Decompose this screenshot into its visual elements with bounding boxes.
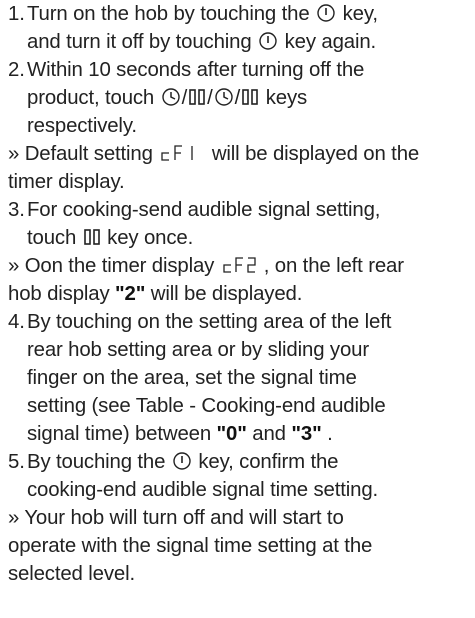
note-1: » Default setting will be displayed on t… xyxy=(8,140,469,196)
separator: / xyxy=(181,87,188,109)
step-text: touch xyxy=(27,227,77,249)
step-text: rear hob setting area or by sliding your xyxy=(27,339,369,361)
cF2-display-icon xyxy=(223,257,256,273)
note-text: » Default setting xyxy=(8,143,153,165)
step-text: key, confirm the xyxy=(198,451,339,473)
step-text: key, xyxy=(342,3,378,25)
step-text: By touching on the setting area of the l… xyxy=(27,311,392,333)
step-number: 2. xyxy=(8,59,25,81)
timer-key-icon xyxy=(214,88,233,106)
power-key-icon xyxy=(173,452,191,470)
step-text: key once. xyxy=(107,227,194,249)
step-1: 1. Turn on the hob by touching the key, … xyxy=(8,0,469,56)
step-text: cooking-end audible signal time setting. xyxy=(27,479,379,501)
pause-key-icon xyxy=(242,89,258,105)
note-2: » Oon the timer display , on the left re… xyxy=(8,252,469,308)
note-3: » Your hob will turn off and will start … xyxy=(8,504,469,588)
step-text: respectively. xyxy=(27,115,137,137)
step-text: product, touch xyxy=(27,87,155,109)
step-text: . xyxy=(327,423,333,445)
pause-key-icon xyxy=(83,229,100,245)
note-text: will be displayed on the xyxy=(211,143,420,165)
step-3: 3. For cooking-send audible signal setti… xyxy=(8,196,469,252)
step-text: key again. xyxy=(284,31,377,53)
note-text: hob display xyxy=(8,283,110,305)
step-text: and turn it off by touching xyxy=(27,31,252,53)
step-text: finger on the area, set the signal time xyxy=(27,367,357,389)
note-text: , on the left rear xyxy=(263,255,404,277)
step-number: 4. xyxy=(8,311,25,333)
step-text: setting (see Table - Cooking-end audible xyxy=(27,395,386,417)
cF1-display-icon xyxy=(161,145,193,161)
power-key-icon xyxy=(317,4,335,22)
step-text: signal time) between xyxy=(27,423,212,445)
step-text: By touching the xyxy=(27,451,166,473)
step-number: 1. xyxy=(8,3,25,25)
step-text: keys xyxy=(265,87,308,109)
note-text: » Your hob will turn off and will start … xyxy=(8,507,344,529)
step-number: 3. xyxy=(8,199,25,221)
note-text: selected level. xyxy=(8,563,135,585)
instruction-text: 1. Turn on the hob by touching the key, … xyxy=(0,0,475,618)
bold-value: "2" xyxy=(115,283,146,305)
step-number: 5. xyxy=(8,451,25,473)
step-4: 4. By touching on the setting area of th… xyxy=(8,308,469,448)
step-text: Turn on the hob by touching the xyxy=(27,3,310,25)
step-text: For cooking-send audible signal setting, xyxy=(27,199,381,221)
note-text: » Oon the timer display xyxy=(8,255,215,277)
note-text: operate with the signal time setting at … xyxy=(8,535,373,557)
note-text: timer display. xyxy=(8,171,125,193)
separator: / xyxy=(207,87,213,109)
step-text: Within 10 seconds after turning off the xyxy=(27,59,365,81)
pause-key-icon xyxy=(189,89,205,105)
step-5: 5. By touching the key, confirm the cook… xyxy=(8,448,469,504)
step-2: 2. Within 10 seconds after turning off t… xyxy=(8,56,469,140)
step-text: and xyxy=(252,423,286,445)
power-key-icon xyxy=(259,32,277,50)
separator: / xyxy=(234,87,241,109)
bold-value: "3" xyxy=(291,423,322,445)
timer-key-icon xyxy=(161,88,180,106)
bold-value: "0" xyxy=(216,423,247,445)
note-text: will be displayed. xyxy=(150,283,303,305)
